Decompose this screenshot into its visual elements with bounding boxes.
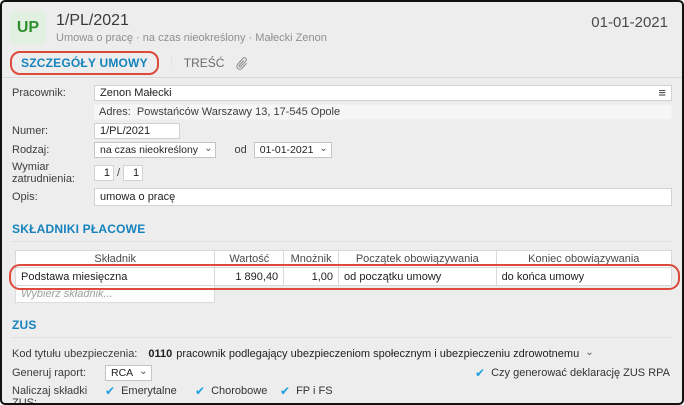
employee-row: Pracownik: Zenon Małecki ≡ [12, 85, 672, 101]
contributions-col-1: Emerytalne Rentowe Zdrowotne [105, 384, 195, 403]
checkbox-chorobowe[interactable]: Chorobowe [195, 384, 280, 398]
rpa-checkbox-label: Czy generować deklarację ZUS RPA [491, 367, 670, 379]
col-header-end[interactable]: Koniec obowiązywania [497, 251, 671, 267]
contract-form: Pracownik: Zenon Małecki ≡ Adres: Powsta… [2, 78, 682, 206]
insurance-code-row: Kod tytułu ubezpieczenia: 0110 pracownik… [12, 346, 672, 362]
worktime-label: Wymiar zatrudnienia: [12, 161, 75, 185]
col-header-multiplier[interactable]: Mnożnik [284, 251, 340, 267]
description-field[interactable]: umowa o pracę [94, 188, 672, 206]
report-label: Generuj raport: [12, 367, 86, 379]
title-block: 1/PL/2021 Umowa o pracę · na czas nieokr… [56, 11, 591, 44]
header: UP 1/PL/2021 Umowa o pracę · na czas nie… [2, 2, 682, 48]
report-select[interactable]: RCA [105, 365, 152, 381]
cell-end[interactable]: do końca umowy [497, 268, 671, 285]
type-label: Rodzaj: [12, 144, 50, 156]
employee-menu-icon[interactable]: ≡ [658, 86, 666, 99]
insurance-code-value: 0110 [148, 348, 173, 360]
type-row: Rodzaj: na czas nieokreślony od 01-01-20… [12, 142, 672, 158]
start-date-select[interactable]: 01-01-2021 [253, 142, 332, 158]
description-label: Opis: [12, 191, 38, 203]
address-bar: Adres: Powstańców Warszawy 13, 17-545 Op… [94, 104, 672, 120]
rpa-checkbox[interactable]: Czy generować deklarację ZUS RPA [475, 366, 670, 380]
address-row: Adres: Powstańców Warszawy 13, 17-545 Op… [12, 104, 672, 120]
insurance-code-select[interactable]: 0110 pracownik podlegający ubezpieczenio… [143, 346, 596, 362]
employee-value: Zenon Małecki [100, 87, 172, 99]
checkbox-fpifs[interactable]: FP i FS [280, 384, 332, 398]
address-value: Powstańców Warszawy 13, 17-545 Opole [136, 106, 341, 118]
contract-type-select[interactable]: na czas nieokreślony [94, 142, 217, 158]
salary-components-section: SKŁADNIKI PŁACOWE Składnik Wartość Mnożn… [2, 222, 682, 303]
col-header-component[interactable]: Składnik [16, 251, 216, 267]
page-subtitle: Umowa o pracę · na czas nieokreślony · M… [56, 32, 327, 44]
table-header-row: Składnik Wartość Mnożnik Początek obowią… [15, 250, 672, 268]
tab-content[interactable]: TREŚĆ [170, 55, 224, 70]
worktime-numerator-field[interactable]: 1 [94, 165, 114, 181]
insurance-code-label: Kod tytułu ubezpieczenia: [12, 348, 138, 360]
checkbox-emerytalne[interactable]: Emerytalne [105, 384, 195, 398]
contract-type-badge: UP [10, 11, 46, 44]
cell-value[interactable]: 1 890,40 [215, 268, 285, 285]
zus-section: ZUS Kod tytułu ubezpieczenia: 0110 praco… [2, 318, 682, 405]
salary-components-title: SKŁADNIKI PŁACOWE [12, 222, 672, 242]
employee-label: Pracownik: [12, 87, 66, 99]
employee-field[interactable]: Zenon Małecki ≡ [94, 85, 672, 101]
contributions-label: Naliczaj składki ZUS: [12, 385, 88, 405]
cell-multiplier[interactable]: 1,00 [284, 268, 340, 285]
contributions-col-2: Chorobowe Wypadkowe [195, 384, 280, 403]
tab-contract-details[interactable]: SZCZEGÓŁY UMOWY [21, 56, 148, 70]
contract-window: UP 1/PL/2021 Umowa o pracę · na czas nie… [0, 0, 684, 405]
number-field[interactable]: 1/PL/2021 [94, 123, 180, 139]
col-header-start[interactable]: Początek obowiązywania [339, 251, 497, 267]
table-row[interactable]: Podstawa miesięczna 1 890,40 1,00 od poc… [15, 268, 672, 286]
contributions-col-3: FP i FS FGŚP [280, 384, 332, 403]
page-title: 1/PL/2021 [56, 12, 129, 29]
from-label: od [234, 144, 247, 156]
number-row: Numer: 1/PL/2021 [12, 123, 672, 139]
add-component-input[interactable]: Wybierz składnik... [15, 286, 215, 303]
worktime-separator: / [117, 167, 121, 179]
description-row: Opis: umowa o pracę [12, 188, 672, 206]
zus-title: ZUS [12, 318, 672, 338]
col-header-value[interactable]: Wartość [215, 251, 285, 267]
contributions-grid: Emerytalne Rentowe Zdrowotne Chorobowe W… [105, 384, 332, 403]
contract-date: 01-01-2021 [591, 14, 668, 31]
salary-components-table: Składnik Wartość Mnożnik Początek obowią… [9, 250, 680, 303]
cell-component[interactable]: Podstawa miesięczna [16, 268, 216, 285]
table-row-wrap: Podstawa miesięczna 1 890,40 1,00 od poc… [9, 264, 680, 290]
worktime-denominator-field[interactable]: 1 [123, 165, 144, 181]
cell-start[interactable]: od początku umowy [339, 268, 497, 285]
insurance-code-description: pracownik podlegający ubezpieczeniom spo… [176, 348, 580, 360]
worktime-row: Wymiar zatrudnienia: 1 / 1 [12, 161, 672, 185]
number-label: Numer: [12, 125, 49, 137]
address-label: Adres: [99, 106, 131, 118]
tab-annotation: SZCZEGÓŁY UMOWY [10, 50, 159, 75]
report-row: Generuj raport: RCA Czy generować deklar… [12, 365, 672, 381]
tab-bar: SZCZEGÓŁY UMOWY TREŚĆ [2, 48, 682, 78]
contributions-row: Naliczaj składki ZUS: Emerytalne Rentowe… [12, 384, 672, 405]
paperclip-icon[interactable] [236, 55, 249, 71]
